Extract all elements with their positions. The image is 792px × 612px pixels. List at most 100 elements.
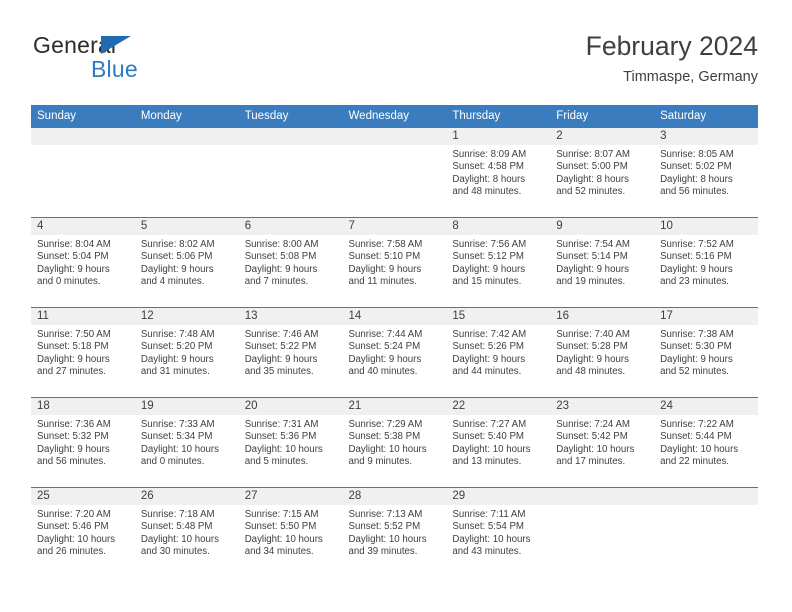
- calendar-day-cell-empty: [238, 127, 343, 218]
- sunrise-text: Sunrise: 7:52 AM: [660, 239, 734, 250]
- calendar-day-cell[interactable]: 26 Sunrise: 7:18 AM Sunset: 5:48 PM Dayligh…: [134, 487, 239, 577]
- daylight-text-line2: and 23 minutes.: [660, 276, 729, 288]
- daylight-text-line1: Daylight: 10 hours: [556, 443, 635, 455]
- sunrise-text: Sunrise: 7:13 AM: [348, 509, 423, 520]
- daylight-text-line1: Daylight: 10 hours: [452, 533, 531, 545]
- sunrise-text: Sunrise: 7:33 AM: [140, 419, 215, 430]
- day-details: Sunrise: 8:00 AM Sunset: 5:08 PM Daylight:…: [239, 235, 343, 289]
- day-details: Sunrise: 7:38 AM Sunset: 5:30 PM Daylight:…: [654, 325, 758, 379]
- calendar-day-cell[interactable]: 28 Sunrise: 7:13 AM Sunset: 5:52 PM Dayligh…: [342, 487, 447, 577]
- day-number: 19: [134, 398, 239, 415]
- day-number: 24: [654, 398, 758, 415]
- day-number: 20: [238, 398, 343, 415]
- calendar-day-cell[interactable]: 8 Sunrise: 7:56 AM Sunset: 5:12 PM Daylight…: [446, 217, 551, 308]
- calendar-day-cell[interactable]: 13 Sunrise: 7:46 AM Sunset: 5:22 PM Dayligh…: [238, 307, 343, 398]
- sunrise-text: Sunrise: 8:09 AM: [452, 149, 527, 160]
- day-number: 7: [342, 218, 447, 235]
- day-number: 18: [31, 398, 135, 415]
- daylight-text-line1: Daylight: 10 hours: [348, 443, 427, 455]
- day-details: Sunrise: 7:46 AM Sunset: 5:22 PM Daylight:…: [239, 325, 343, 379]
- page-subtitle: Timmaspe, Germany: [623, 69, 758, 85]
- calendar-day-cell[interactable]: 1 Sunrise: 8:09 AM Sunset: 4:58 PM Daylight…: [446, 127, 551, 218]
- day-details: Sunrise: 7:54 AM Sunset: 5:14 PM Daylight:…: [550, 235, 654, 289]
- calendar-day-cell[interactable]: 5 Sunrise: 8:02 AM Sunset: 5:06 PM Daylight…: [134, 217, 239, 308]
- day-number: [31, 128, 135, 145]
- day-details: Sunrise: 7:27 AM Sunset: 5:40 PM Daylight:…: [446, 415, 550, 469]
- calendar-day-cell[interactable]: 17 Sunrise: 7:38 AM Sunset: 5:30 PM Dayligh…: [654, 307, 758, 398]
- calendar-day-cell[interactable]: 12 Sunrise: 7:48 AM Sunset: 5:20 PM Dayligh…: [134, 307, 239, 398]
- calendar-day-cell-empty: [654, 487, 758, 577]
- calendar-day-cell[interactable]: 23 Sunrise: 7:24 AM Sunset: 5:42 PM Dayligh…: [550, 397, 655, 488]
- daylight-text-line2: and 48 minutes.: [556, 366, 626, 378]
- day-details: [654, 505, 758, 509]
- page-title: February 2024: [585, 31, 758, 61]
- calendar-day-cell[interactable]: 3 Sunrise: 8:05 AM Sunset: 5:02 PM Daylight…: [654, 127, 758, 218]
- daylight-text-line1: Daylight: 9 hours: [37, 263, 110, 275]
- calendar-day-cell[interactable]: 6 Sunrise: 8:00 AM Sunset: 5:08 PM Daylight…: [238, 217, 343, 308]
- sunrise-text: Sunrise: 7:38 AM: [660, 329, 734, 340]
- logo[interactable]: General Blue: [31, 30, 261, 86]
- calendar-day-cell[interactable]: 10 Sunrise: 7:52 AM Sunset: 5:16 PM Dayligh…: [654, 217, 758, 308]
- daylight-text-line2: and 4 minutes.: [140, 276, 205, 288]
- sunrise-text: Sunrise: 7:40 AM: [556, 329, 630, 340]
- sunrise-text: Sunrise: 7:20 AM: [37, 509, 111, 520]
- day-number: 29: [446, 488, 551, 505]
- day-details: Sunrise: 7:31 AM Sunset: 5:36 PM Daylight:…: [239, 415, 343, 469]
- day-number: [550, 488, 655, 505]
- sunset-text: Sunset: 5:06 PM: [140, 251, 213, 263]
- calendar-day-cell[interactable]: 25 Sunrise: 7:20 AM Sunset: 5:46 PM Dayligh…: [31, 487, 135, 577]
- day-details: Sunrise: 7:50 AM Sunset: 5:18 PM Daylight:…: [31, 325, 135, 379]
- sunrise-text: Sunrise: 8:04 AM: [37, 239, 111, 250]
- calendar-week-row: 25 Sunrise: 7:20 AM Sunset: 5:46 PM Dayligh…: [31, 487, 758, 577]
- calendar-day-cell-empty: [342, 127, 447, 218]
- day-details: Sunrise: 7:44 AM Sunset: 5:24 PM Daylight:…: [343, 325, 447, 379]
- day-number: 17: [654, 308, 758, 325]
- day-number: 8: [446, 218, 551, 235]
- sunset-text: Sunset: 5:40 PM: [452, 431, 524, 443]
- calendar-day-cell[interactable]: 9 Sunrise: 7:54 AM Sunset: 5:14 PM Daylight…: [550, 217, 655, 308]
- calendar-day-cell[interactable]: 21 Sunrise: 7:29 AM Sunset: 5:38 PM Dayligh…: [342, 397, 447, 488]
- calendar-day-cell[interactable]: 14 Sunrise: 7:44 AM Sunset: 5:24 PM Dayligh…: [342, 307, 447, 398]
- daylight-text-line2: and 35 minutes.: [244, 366, 314, 378]
- calendar-week-row: 11 Sunrise: 7:50 AM Sunset: 5:18 PM Dayligh…: [31, 307, 758, 398]
- day-number: 25: [31, 488, 135, 505]
- calendar-day-cell[interactable]: 16 Sunrise: 7:40 AM Sunset: 5:28 PM Dayligh…: [550, 307, 655, 398]
- day-details: Sunrise: 8:05 AM Sunset: 5:02 PM Daylight:…: [654, 145, 758, 199]
- calendar-day-cell[interactable]: 22 Sunrise: 7:27 AM Sunset: 5:40 PM Dayligh…: [446, 397, 551, 488]
- day-details: Sunrise: 7:33 AM Sunset: 5:34 PM Daylight:…: [135, 415, 239, 469]
- sunset-text: Sunset: 5:34 PM: [140, 431, 213, 443]
- calendar-day-cell-empty: [550, 487, 655, 577]
- daylight-text-line1: Daylight: 9 hours: [348, 263, 422, 275]
- calendar-day-cell[interactable]: 11 Sunrise: 7:50 AM Sunset: 5:18 PM Dayligh…: [31, 307, 135, 398]
- daylight-text-line1: Daylight: 10 hours: [660, 443, 739, 455]
- calendar-table: Sunday Monday Tuesday Wednesday Thursday Frid…: [31, 105, 758, 577]
- day-number: 15: [446, 308, 551, 325]
- sunset-text: Sunset: 5:54 PM: [452, 521, 524, 533]
- calendar-day-cell[interactable]: 4 Sunrise: 8:04 AM Sunset: 5:04 PM Daylight…: [31, 217, 135, 308]
- calendar-day-cell[interactable]: 2 Sunrise: 8:07 AM Sunset: 5:00 PM Daylight…: [550, 127, 655, 218]
- sunset-text: Sunset: 5:26 PM: [452, 341, 524, 353]
- daylight-text-line2: and 7 minutes.: [244, 276, 309, 288]
- sunset-text: Sunset: 5:24 PM: [348, 341, 421, 353]
- calendar-day-cell[interactable]: 29 Sunrise: 7:11 AM Sunset: 5:54 PM Dayligh…: [446, 487, 551, 577]
- sunrise-text: Sunrise: 7:29 AM: [348, 419, 423, 430]
- sunrise-text: Sunrise: 8:00 AM: [244, 239, 319, 250]
- sunset-text: Sunset: 5:20 PM: [140, 341, 213, 353]
- calendar-day-cell[interactable]: 15 Sunrise: 7:42 AM Sunset: 5:26 PM Dayligh…: [446, 307, 551, 398]
- calendar-day-cell[interactable]: 24 Sunrise: 7:22 AM Sunset: 5:44 PM Dayligh…: [654, 397, 758, 488]
- sunset-text: Sunset: 5:46 PM: [37, 521, 109, 533]
- day-number: [654, 488, 758, 505]
- daylight-text-line1: Daylight: 10 hours: [37, 533, 116, 545]
- calendar-day-cell[interactable]: 20 Sunrise: 7:31 AM Sunset: 5:36 PM Dayligh…: [238, 397, 343, 488]
- daylight-text-line1: Daylight: 10 hours: [140, 443, 219, 455]
- calendar-day-cell[interactable]: 7 Sunrise: 7:58 AM Sunset: 5:10 PM Daylight…: [342, 217, 447, 308]
- daylight-text-line1: Daylight: 10 hours: [348, 533, 427, 545]
- day-number: 4: [31, 218, 135, 235]
- sunrise-text: Sunrise: 7:31 AM: [244, 419, 319, 430]
- day-number: 21: [342, 398, 447, 415]
- sunrise-text: Sunrise: 7:42 AM: [452, 329, 527, 340]
- daylight-text-line2: and 0 minutes.: [140, 456, 205, 468]
- calendar-day-cell[interactable]: 19 Sunrise: 7:33 AM Sunset: 5:34 PM Dayligh…: [134, 397, 239, 488]
- calendar-day-cell[interactable]: 27 Sunrise: 7:15 AM Sunset: 5:50 PM Dayligh…: [238, 487, 343, 577]
- calendar-day-cell[interactable]: 18 Sunrise: 7:36 AM Sunset: 5:32 PM Dayligh…: [31, 397, 135, 488]
